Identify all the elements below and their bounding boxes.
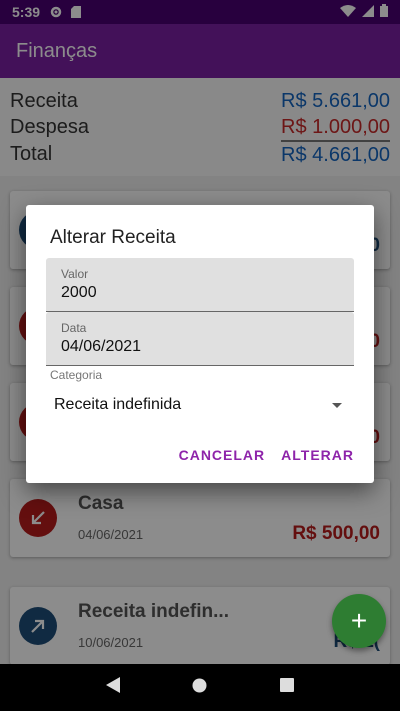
- value-input[interactable]: 2000: [61, 284, 97, 302]
- add-button[interactable]: +: [332, 594, 386, 648]
- confirm-button[interactable]: ALTERAR: [281, 447, 354, 463]
- value-label: Valor: [61, 267, 89, 281]
- category-label: Categoria: [50, 368, 103, 382]
- dialog-actions: CANCELAR ALTERAR: [179, 447, 354, 463]
- date-input[interactable]: 04/06/2021: [61, 338, 141, 356]
- home-icon[interactable]: [192, 678, 207, 698]
- dropdown-arrow-icon: [332, 403, 342, 408]
- plus-icon: +: [350, 605, 368, 636]
- back-icon[interactable]: [106, 677, 121, 698]
- date-label: Data: [61, 321, 87, 335]
- value-field[interactable]: Valor 2000: [46, 258, 354, 312]
- system-nav-bar: [0, 664, 400, 711]
- edit-income-dialog: Alterar Receita Valor 2000 Data 04/06/20…: [26, 205, 374, 483]
- dialog-title: Alterar Receita: [50, 227, 176, 248]
- category-value: Receita indefinida: [54, 396, 182, 413]
- recents-icon[interactable]: [279, 678, 294, 697]
- category-select[interactable]: Receita indefinida: [46, 385, 354, 425]
- cancel-button[interactable]: CANCELAR: [179, 447, 266, 463]
- date-field[interactable]: Data 04/06/2021: [46, 312, 354, 366]
